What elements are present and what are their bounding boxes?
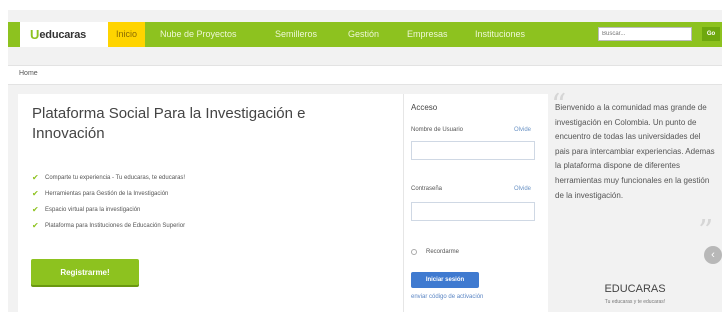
feature-item: ✔ Espacio virtual para la investigación [32,206,185,222]
logo-mark: U [30,27,40,42]
forgot-password-link[interactable]: Olvide [514,186,531,192]
login-button[interactable]: Iniciar sesión [411,272,479,288]
password-label: Contraseña [411,186,443,192]
nav-item-semilleros[interactable]: Semilleros [275,22,317,47]
nav-item-instituciones[interactable]: Instituciones [475,22,525,47]
close-quote-icon: ” [698,214,714,249]
nav-item-empresas[interactable]: Empresas [407,22,448,47]
welcome-sidebar: “ Bienvenido a la comunidad mas grande d… [548,88,722,312]
welcome-text: Bienvenido a la comunidad mas grande de … [555,103,715,200]
page: U educaras Inicio Nube de Proyectos Semi… [8,10,722,312]
breadcrumb-home[interactable]: Home [19,70,38,77]
register-button[interactable]: Registrarme! [31,259,139,285]
password-field[interactable] [411,202,535,221]
brand-title: EDUCARAS [604,283,666,295]
feature-label: Herramientas para Gestión de la Investig… [45,191,169,197]
remember-label: Recordarme [426,249,460,255]
chevron-left-icon[interactable]: ‹ [704,246,722,264]
search-go-button[interactable]: Go [702,27,720,41]
username-field[interactable] [411,141,535,160]
feature-label: Espacio virtual para la investigación [45,207,141,213]
nav-item-gestion[interactable]: Gestión [348,22,379,47]
logo-name: educaras [39,28,87,41]
check-icon: ✔ [32,205,39,214]
check-icon: ✔ [32,173,39,182]
login-title: Acceso [411,103,438,112]
forgot-username-link[interactable]: Olvide [514,127,531,133]
remember-me[interactable]: Recordarme [411,249,459,255]
feature-list: ✔ Comparte tu experiencia - Tu educaras, … [32,174,185,238]
breadcrumb: Home [8,65,722,85]
check-icon: ✔ [32,221,39,230]
search-input[interactable] [598,27,692,41]
logo[interactable]: U educaras [20,22,110,47]
check-icon: ✔ [32,189,39,198]
nav-item-inicio[interactable]: Inicio [108,22,146,47]
activation-code-link[interactable]: enviar código de activación [411,294,483,300]
feature-item: ✔ Comparte tu experiencia - Tu educaras, … [32,174,185,190]
hero-panel: Plataforma Social Para la Investigación … [18,94,403,312]
feature-item: ✔ Plataforma para Instituciones de Educac… [32,222,185,238]
page-title: Plataforma Social Para la Investigación … [32,105,306,142]
brand-tagline: Tu educaras y te educaras! [604,299,666,305]
login-panel: Acceso Nombre de Usuario Olvide Contrase… [403,94,549,312]
remember-radio[interactable] [411,249,417,255]
feature-item: ✔ Herramientas para Gestión de la Investi… [32,190,185,206]
username-label: Nombre de Usuario [411,127,464,133]
feature-label: Comparte tu experiencia - Tu educaras, t… [45,175,186,181]
nav-item-nube-de-proyectos[interactable]: Nube de Proyectos [160,22,237,47]
feature-label: Plataforma para Instituciones de Educaci… [45,223,186,229]
